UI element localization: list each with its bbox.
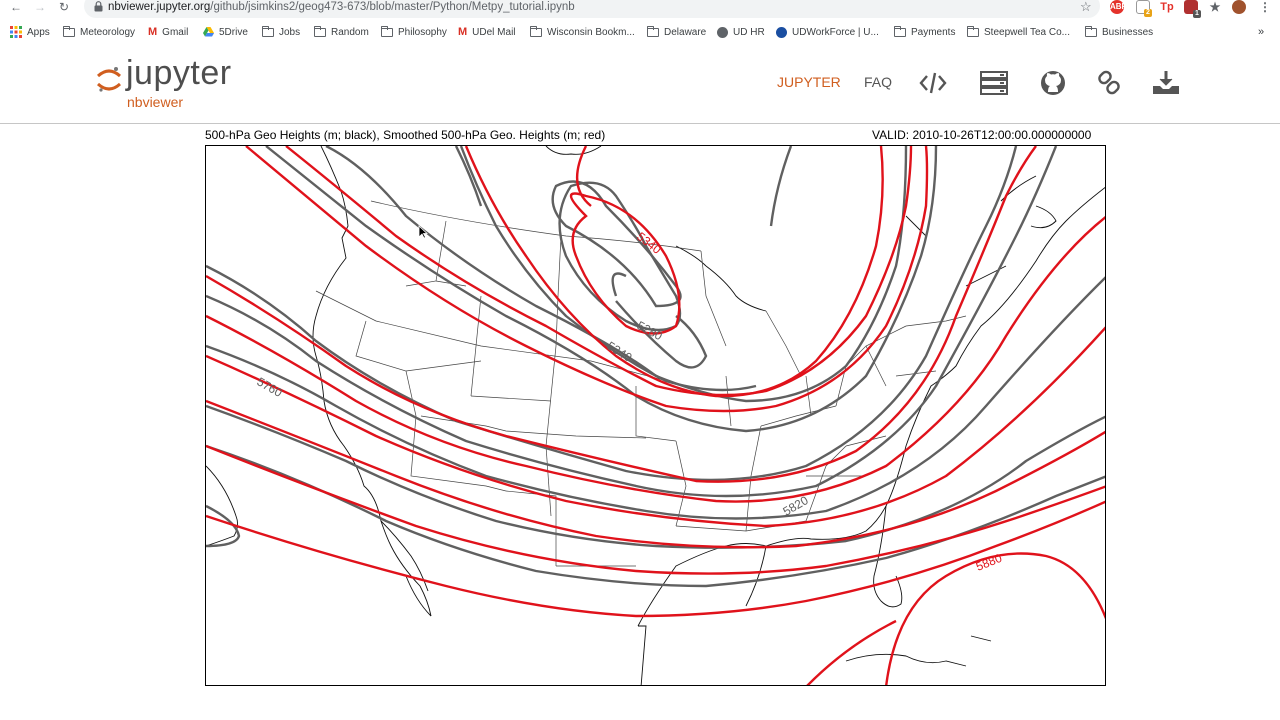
apps-grid-icon — [10, 26, 22, 38]
bookmark-label: Businesses — [1102, 26, 1154, 38]
bookmark-wisconsin[interactable]: Wisconsin Bookm... — [530, 22, 635, 42]
bookmark-label: Gmail — [162, 26, 189, 38]
logo-wordmark: jupyter — [126, 54, 232, 92]
bookmark-label: UD HR — [733, 26, 765, 38]
bookmark-label: 5Drive — [219, 26, 248, 38]
tp-extension-icon[interactable]: Tp — [1160, 0, 1174, 14]
forward-arrow-icon[interactable]: → — [32, 0, 48, 16]
height-contour-map: 5340 5280 5340 5760 5820 5880 — [205, 145, 1106, 686]
contour-label: 5760 — [255, 374, 285, 400]
bookmark-udel-mail[interactable]: M UDel Mail — [458, 22, 516, 42]
folder-icon — [894, 25, 906, 37]
ud-icon — [776, 26, 787, 38]
extension-badge-icon[interactable]: 2 — [1136, 0, 1152, 17]
contour-label: 5880 — [974, 551, 1004, 574]
puzzle-extensions-icon[interactable]: ★ — [1208, 0, 1222, 14]
download-icon[interactable] — [1152, 70, 1180, 96]
bookmark-label: Delaware — [664, 26, 707, 38]
server-stack-icon[interactable] — [980, 70, 1008, 96]
code-icon[interactable] — [919, 70, 947, 96]
url-text[interactable]: nbviewer.jupyter.org/github/jsimkins2/ge… — [108, 0, 575, 14]
back-arrow-icon[interactable]: ← — [8, 0, 24, 16]
mouse-cursor-icon — [418, 225, 428, 239]
bookmark-apps[interactable]: Apps — [10, 22, 50, 42]
contour-label: 5280 — [635, 318, 665, 343]
ud-extension-icon[interactable]: 1 — [1184, 0, 1201, 18]
bookmark-label: Apps — [27, 26, 50, 38]
nbviewer-header: jupyter nbviewer JUPYTER FAQ — [0, 46, 1280, 124]
plot-title: 500-hPa Geo Heights (m; black), Smoothed… — [205, 128, 606, 142]
bookmark-label: Random — [331, 26, 369, 38]
bookmarks-overflow-chevron-icon[interactable]: » — [1258, 22, 1264, 42]
bookmark-label: Jobs — [279, 26, 301, 38]
bookmark-label: UDel Mail — [472, 26, 516, 38]
bookmark-payments[interactable]: Payments — [894, 22, 955, 42]
jupyter-nbviewer-logo[interactable]: jupyter nbviewer — [96, 54, 256, 114]
folder-icon — [1085, 25, 1097, 37]
browser-toolbar: ← → ↻ nbviewer.jupyter.org/github/jsimki… — [0, 0, 1280, 18]
adblock-extension-icon[interactable]: ABP — [1110, 0, 1127, 14]
ud-extension-count: 1 — [1193, 10, 1201, 18]
smoothed-contours — [206, 146, 1105, 685]
bookmarks-bar: Apps Meteorology M Gmail 5Drive Jobs Rand… — [0, 22, 1280, 42]
folder-icon — [967, 25, 979, 37]
plot-valid-time: VALID: 2010-10-26T12:00:00.000000000 — [872, 128, 1092, 142]
menu-kebab-icon[interactable]: ⋮ — [1258, 0, 1272, 14]
nav-jupyter-link[interactable]: JUPYTER — [777, 74, 841, 90]
folder-icon — [530, 25, 542, 37]
logo-subtitle: nbviewer — [127, 94, 184, 110]
bookmark-random[interactable]: Random — [314, 22, 369, 42]
bookmark-5drive[interactable]: 5Drive — [203, 22, 248, 42]
bookmark-label: UDWorkForce | U... — [792, 26, 879, 38]
link-icon[interactable] — [1095, 70, 1123, 96]
globe-icon — [717, 26, 728, 38]
bookmark-label: Steepwell Tea Co... — [984, 26, 1070, 38]
folder-icon — [314, 25, 326, 37]
folder-icon — [647, 25, 659, 37]
bookmark-label: Philosophy — [398, 26, 447, 38]
bookmark-jobs[interactable]: Jobs — [262, 22, 300, 42]
bookmark-delaware[interactable]: Delaware — [647, 22, 706, 42]
bookmark-steepwell[interactable]: Steepwell Tea Co... — [967, 22, 1070, 42]
bookmark-label: Payments — [911, 26, 956, 38]
bookmark-businesses[interactable]: Businesses — [1085, 22, 1153, 42]
map-canvas: 5340 5280 5340 5760 5820 5880 — [206, 146, 1105, 685]
bookmark-udworkforce[interactable]: UDWorkForce | U... — [776, 22, 879, 42]
gmail-icon: M — [148, 26, 158, 38]
folder-icon — [381, 25, 393, 37]
nav-faq-link[interactable]: FAQ — [864, 74, 892, 90]
bookmark-meteorology[interactable]: Meteorology — [63, 22, 135, 42]
reload-icon[interactable]: ↻ — [56, 0, 72, 16]
bookmark-label: Meteorology — [80, 26, 136, 38]
folder-icon — [262, 25, 274, 37]
bookmark-star-icon[interactable]: ☆ — [1080, 0, 1092, 14]
bookmark-ud-hr[interactable]: UD HR — [717, 22, 765, 42]
drive-icon — [203, 27, 214, 37]
bookmark-gmail[interactable]: M Gmail — [148, 22, 188, 42]
jupyter-orbit-icon — [96, 67, 122, 92]
url-host: nbviewer.jupyter.org — [108, 1, 211, 13]
bookmark-label: Wisconsin Bookm... — [547, 26, 635, 38]
url-path: /github/jsimkins2/geog473-673/blob/maste… — [210, 1, 575, 13]
profile-avatar[interactable] — [1232, 0, 1246, 14]
gmail-icon: M — [458, 26, 468, 38]
coastlines — [206, 146, 1105, 685]
raw-contours — [206, 146, 1105, 588]
lock-icon — [94, 1, 103, 12]
github-icon[interactable] — [1039, 70, 1067, 96]
folder-icon — [63, 25, 75, 37]
extension-badge-count: 2 — [1144, 9, 1152, 17]
bookmark-philosophy[interactable]: Philosophy — [381, 22, 447, 42]
